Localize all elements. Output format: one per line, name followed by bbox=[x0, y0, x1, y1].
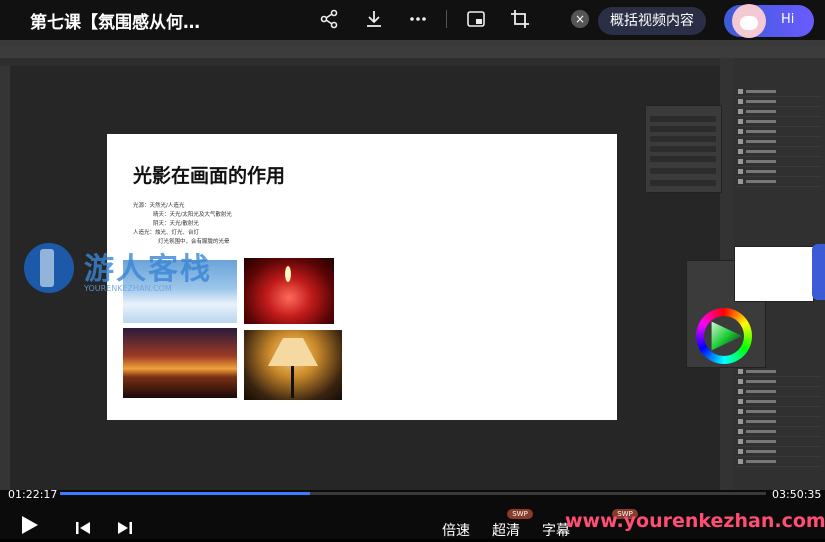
duration: 03:50:35 bbox=[772, 488, 822, 501]
progress-fill bbox=[60, 492, 310, 495]
lamp-pole bbox=[291, 366, 294, 398]
sunset-image bbox=[123, 328, 237, 398]
watermark-url: www.yourenkezhan.com bbox=[565, 510, 825, 532]
more-icon[interactable] bbox=[407, 8, 429, 30]
watermark-brand: 游人客栈 bbox=[84, 252, 212, 287]
ps-document-tabs bbox=[0, 58, 720, 66]
candle-flame bbox=[285, 266, 291, 282]
assistant-avatar[interactable] bbox=[732, 4, 766, 38]
ps-character-panel bbox=[645, 105, 722, 193]
speed-button[interactable]: 倍速 bbox=[442, 520, 470, 540]
close-icon[interactable]: × bbox=[571, 10, 589, 28]
toolbar-divider bbox=[446, 10, 447, 28]
quality-button[interactable]: 超清 bbox=[492, 520, 520, 540]
slide-title: 光影在画面的作用 bbox=[133, 165, 286, 187]
slide-line: 人造光：烛光、灯光、台灯 bbox=[133, 230, 200, 236]
share-icon[interactable] bbox=[318, 8, 340, 30]
pip-icon[interactable] bbox=[465, 8, 487, 30]
play-icon[interactable] bbox=[18, 514, 40, 541]
current-time: 01:22:17 bbox=[8, 488, 58, 501]
download-icon[interactable] bbox=[363, 8, 385, 30]
summarize-video-button[interactable]: 概括视频内容 bbox=[598, 7, 706, 35]
crop-icon[interactable] bbox=[509, 8, 531, 30]
prev-icon[interactable] bbox=[74, 518, 92, 542]
slide-line: 光源：天然光/人造光 bbox=[133, 203, 185, 209]
ps-toolbar bbox=[0, 66, 10, 490]
ps-options-bar bbox=[0, 46, 825, 58]
side-collapse-tab[interactable] bbox=[812, 244, 825, 300]
assistant-label: Hi bbox=[781, 12, 795, 27]
ps-thumbnail-preview bbox=[734, 246, 814, 302]
next-icon[interactable] bbox=[116, 518, 134, 542]
watermark-logo bbox=[24, 243, 74, 293]
watermark-sub: YOURENKEZHAN.COM bbox=[84, 284, 172, 293]
slide-line: 阴天：天光/散射光 bbox=[153, 221, 199, 227]
quality-badge: SWP bbox=[507, 509, 533, 519]
slide-line: 晴天：天光/太阳光及大气散射光 bbox=[153, 212, 232, 218]
video-title: 第七课【氛围感从何… bbox=[30, 13, 200, 33]
